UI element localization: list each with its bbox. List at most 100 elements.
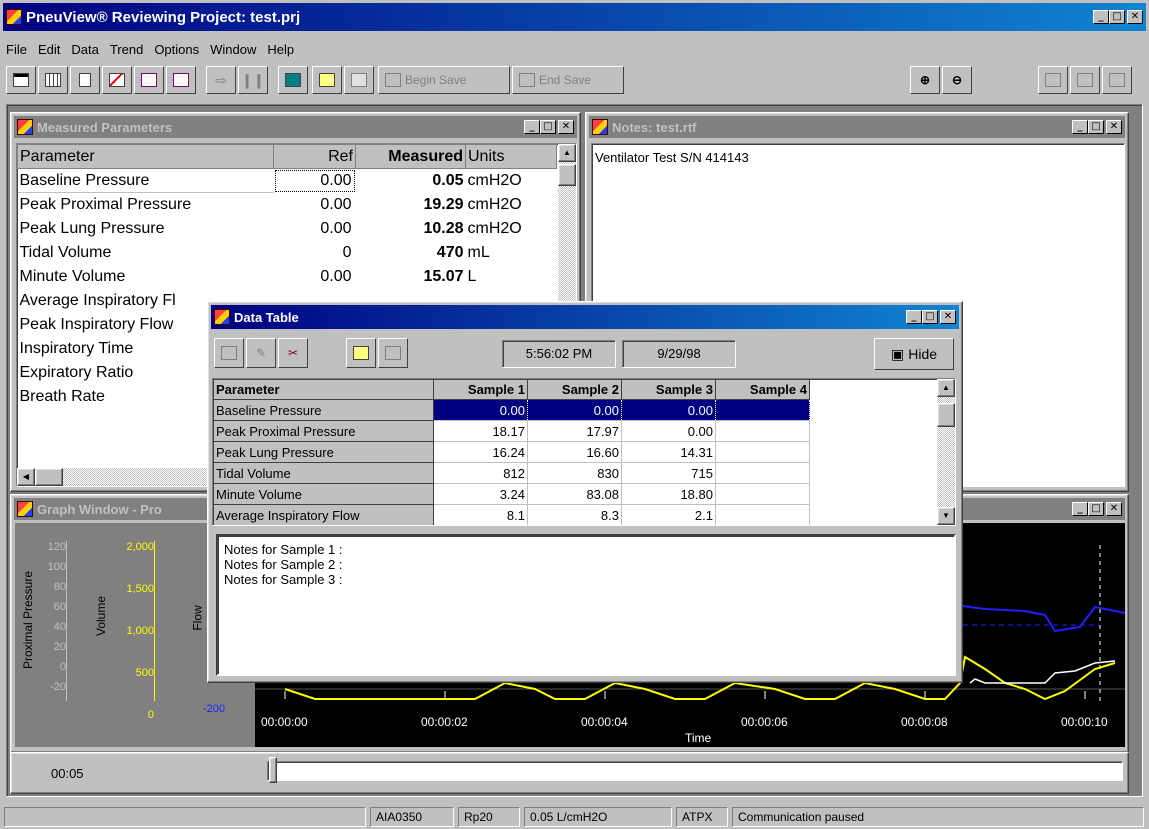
import-data-button[interactable] [1102, 66, 1132, 94]
minimize-button[interactable]: _ [524, 120, 540, 134]
zoom-out-button[interactable]: ⊖ [942, 66, 972, 94]
sample-cell[interactable] [715, 483, 810, 505]
close-button[interactable]: ✕ [940, 310, 956, 324]
export-button[interactable] [344, 66, 374, 94]
monitor-button[interactable] [278, 66, 308, 94]
menu-trend[interactable]: Trend [110, 42, 143, 57]
sample-cell[interactable] [715, 441, 810, 463]
sample-cell[interactable]: 18.17 [433, 420, 528, 442]
column-header[interactable]: Parameter [213, 379, 434, 400]
play-button[interactable]: ⇨ [206, 66, 236, 94]
find-button[interactable] [1038, 66, 1068, 94]
sample-cell[interactable]: 8.3 [527, 504, 622, 525]
maximize-button[interactable]: □ [1088, 502, 1104, 516]
sample-cell[interactable] [715, 504, 810, 525]
table-grid-button[interactable] [214, 338, 244, 368]
open-button[interactable] [312, 66, 342, 94]
end-save-button[interactable]: End Save [512, 66, 624, 94]
open-button[interactable] [346, 338, 376, 368]
table-row[interactable]: Peak Proximal Pressure 18.17 17.97 0.00 [213, 420, 810, 442]
ref-cell[interactable]: 0.00 [274, 169, 356, 193]
maximize-button[interactable]: □ [540, 120, 556, 134]
minimize-button[interactable]: _ [1072, 502, 1088, 516]
scroll-up-button[interactable]: ▲ [558, 144, 576, 162]
close-button[interactable]: ✕ [1106, 120, 1122, 134]
maximize-button[interactable]: □ [1088, 120, 1104, 134]
timeline-thumb[interactable] [269, 757, 277, 783]
sample-cell[interactable]: 0.00 [433, 399, 528, 421]
restore-button[interactable]: □ [1109, 10, 1125, 24]
column-header[interactable]: Measured [355, 144, 466, 169]
minimize-button[interactable]: _ [906, 310, 922, 324]
sample-cell[interactable]: 0.00 [621, 420, 716, 442]
table-row[interactable]: Tidal Volume 0 470 mL [18, 241, 557, 265]
sample-cell[interactable] [715, 399, 810, 421]
table-view-button[interactable] [6, 66, 36, 94]
sample-cell[interactable]: 715 [621, 462, 716, 484]
scroll-thumb[interactable] [35, 468, 63, 486]
delete-sample-button[interactable]: ✂ [278, 338, 308, 368]
pv-loop-button[interactable] [134, 66, 164, 94]
column-header[interactable]: Sample 2 [527, 379, 622, 400]
sample-cell[interactable]: 18.80 [621, 483, 716, 505]
column-header[interactable]: Sample 4 [715, 379, 810, 400]
table-row[interactable]: Peak Lung Pressure 0.00 10.28 cmH2O [18, 217, 557, 241]
export-data-button[interactable] [1070, 66, 1100, 94]
sample-cell[interactable]: 8.1 [433, 504, 528, 525]
sample-cell[interactable]: 16.60 [527, 441, 622, 463]
zoom-in-button[interactable]: ⊕ [910, 66, 940, 94]
maximize-button[interactable]: □ [922, 310, 938, 324]
grid-view-button[interactable] [38, 66, 68, 94]
sample-cell[interactable]: 812 [433, 462, 528, 484]
table-row[interactable]: Peak Lung Pressure 16.24 16.60 14.31 [213, 441, 810, 463]
table-row[interactable]: Minute Volume 3.24 83.08 18.80 [213, 483, 810, 505]
chart-button[interactable] [102, 66, 132, 94]
table-row[interactable]: Peak Proximal Pressure 0.00 19.29 cmH2O [18, 193, 557, 217]
table-row[interactable]: Average Inspiratory Flow 8.1 8.3 2.1 [213, 504, 810, 525]
sample-cell[interactable]: 3.24 [433, 483, 528, 505]
fv-loop-button[interactable] [166, 66, 196, 94]
sample-cell[interactable]: 2.1 [621, 504, 716, 525]
table-row[interactable]: Tidal Volume 812 830 715 [213, 462, 810, 484]
sample-cell[interactable] [715, 462, 810, 484]
sample-notes-box[interactable]: Notes for Sample 1 : Notes for Sample 2 … [216, 534, 956, 676]
scroll-down-button[interactable]: ▼ [937, 507, 955, 525]
sample-cell[interactable]: 830 [527, 462, 622, 484]
sample-cell[interactable]: 16.24 [433, 441, 528, 463]
menu-help[interactable]: Help [267, 42, 294, 57]
menu-options[interactable]: Options [154, 42, 199, 57]
menu-file[interactable]: File [6, 42, 27, 57]
close-button[interactable]: ✕ [1127, 10, 1143, 24]
menu-data[interactable]: Data [71, 42, 98, 57]
scroll-thumb[interactable] [558, 164, 576, 186]
edit-button[interactable]: ✎ [246, 338, 276, 368]
pause-button[interactable]: ❙❙ [238, 66, 268, 94]
sample-cell[interactable] [715, 420, 810, 442]
menu-window[interactable]: Window [210, 42, 256, 57]
column-header[interactable]: Sample 3 [621, 379, 716, 400]
column-header[interactable]: Units [465, 144, 557, 169]
sample-cell[interactable]: 83.08 [527, 483, 622, 505]
column-header[interactable]: Sample 1 [433, 379, 528, 400]
scroll-left-button[interactable]: ◀ [17, 468, 35, 486]
document-button[interactable] [70, 66, 100, 94]
vertical-scrollbar[interactable]: ▲ ▼ [937, 379, 955, 525]
hide-button[interactable]: ▣ Hide [874, 338, 954, 370]
export-button[interactable] [378, 338, 408, 368]
close-button[interactable]: ✕ [558, 120, 574, 134]
column-header[interactable]: Parameter [17, 144, 274, 169]
minimize-button[interactable]: _ [1072, 120, 1088, 134]
table-row[interactable]: Baseline Pressure 0.00 0.05 cmH2O [17, 168, 557, 193]
scroll-thumb[interactable] [937, 403, 955, 427]
sample-cell[interactable]: 0.00 [621, 399, 716, 421]
column-header[interactable]: Ref [273, 144, 356, 169]
begin-save-button[interactable]: Begin Save [378, 66, 510, 94]
sample-cell[interactable]: 14.31 [621, 441, 716, 463]
timeline-track[interactable] [267, 761, 1123, 781]
sample-cell[interactable]: 0.00 [527, 399, 622, 421]
minimize-button[interactable]: _ [1093, 10, 1109, 24]
close-button[interactable]: ✕ [1106, 502, 1122, 516]
table-row[interactable]: Minute Volume 0.00 15.07 L [18, 265, 557, 289]
scroll-up-button[interactable]: ▲ [937, 379, 955, 397]
menu-edit[interactable]: Edit [38, 42, 60, 57]
